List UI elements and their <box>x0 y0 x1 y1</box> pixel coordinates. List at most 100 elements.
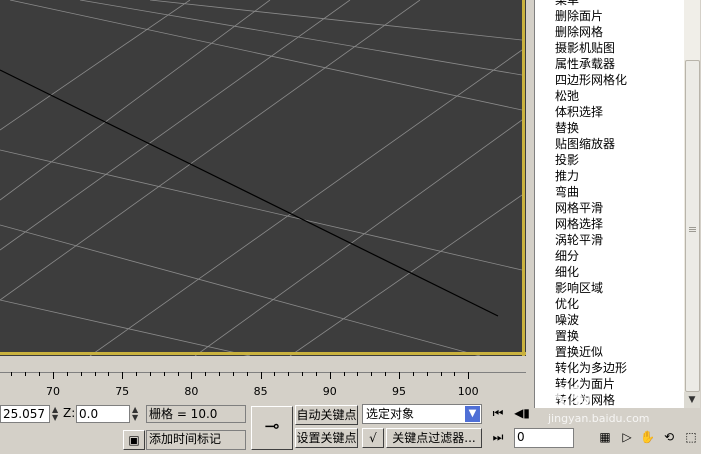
modifier-list-item[interactable]: 噪波 <box>535 312 685 328</box>
modifier-list-item[interactable]: 推力 <box>535 168 685 184</box>
modifier-list-item[interactable]: 弯曲 <box>535 184 685 200</box>
modifier-list-item[interactable]: 网格选择 <box>535 216 685 232</box>
watermark-brand: 经验 <box>548 386 593 411</box>
ruler-tick <box>163 372 165 376</box>
ruler-tick <box>454 372 456 376</box>
ruler-tick <box>468 372 470 379</box>
selection-set-value: 选定对象 <box>366 407 415 421</box>
ruler-tick <box>205 372 207 376</box>
modifier-list-item[interactable]: 置换近似 <box>535 344 685 360</box>
scroll-thumb[interactable] <box>685 60 700 392</box>
selection-set-dropdown[interactable]: 选定对象 ▼ <box>362 404 482 424</box>
modifier-list-item[interactable]: 涡轮平滑 <box>535 232 685 248</box>
time-config-icon[interactable]: ▦ <box>598 430 612 444</box>
modifier-list-item[interactable]: 网格平滑 <box>535 200 685 216</box>
z-spinner-icon[interactable]: ▲ ▼ <box>132 406 138 422</box>
modifier-list[interactable]: 菜单 删除面片 删除网格 摄影机贴图 属性承载器 四边形网格化 松弛 体积选择 替换 贴图缩放器投… <box>534 0 685 408</box>
modifier-list-item[interactable]: 删除网格 <box>535 24 685 40</box>
ruler-tick <box>357 372 359 376</box>
modifier-list-item[interactable]: 细分 <box>535 248 685 264</box>
modifier-list-item[interactable]: 投影 <box>535 152 685 168</box>
ruler-tick-label: 85 <box>253 385 268 398</box>
modifier-list-item[interactable]: 替换 <box>535 120 685 136</box>
ruler-tick <box>371 372 373 376</box>
ruler-tick <box>25 372 27 376</box>
ruler-tick <box>136 372 138 376</box>
ruler-tick <box>191 372 193 379</box>
ruler-tick-label: 80 <box>184 385 199 398</box>
grid-size-display: 栅格 = 10.0 <box>146 405 246 423</box>
scroll-track[interactable] <box>684 0 700 60</box>
modifier-list-item[interactable]: 四边形网格化 <box>535 72 685 88</box>
axis-line <box>0 69 499 317</box>
ruler-tick <box>53 372 54 379</box>
modifier-list-item[interactable]: 贴图缩放器 <box>535 136 685 152</box>
ruler-tick-label: 75 <box>115 385 130 398</box>
modifier-list-item[interactable]: 松弛 <box>535 88 685 104</box>
ruler-tick-label: 90 <box>322 385 337 398</box>
grid-lines <box>0 0 523 356</box>
ruler-tick <box>80 372 82 376</box>
modifier-list-scrollbar[interactable]: ▼ <box>684 0 700 408</box>
pan-hand-icon[interactable]: ✋ <box>640 430 655 444</box>
key-mode-icon[interactable]: ⏭ <box>488 430 508 446</box>
ruler-tick <box>11 372 13 376</box>
time-tag-icon[interactable]: ▣ <box>123 430 145 450</box>
add-time-tag-button[interactable]: 添加时间标记 <box>146 430 246 450</box>
modifier-list-item[interactable]: 体积选择 <box>535 104 685 120</box>
goto-start-icon[interactable]: ⏮ <box>488 406 508 422</box>
timeline-ruler[interactable]: 70 75 80 85 90 95 100 <box>0 372 526 402</box>
key-icon[interactable]: ⊸ <box>251 406 293 450</box>
scroll-down-icon[interactable]: ▼ <box>684 392 700 408</box>
curve-editor-icon[interactable]: √ <box>362 428 384 448</box>
orbit-icon[interactable]: ⟲ <box>662 430 676 444</box>
modifier-list-item[interactable]: 优化 <box>535 296 685 312</box>
panel-gutter <box>526 0 534 410</box>
previous-frame-icon[interactable]: ◀▮ <box>512 406 532 422</box>
ruler-tick-label: 100 <box>457 385 479 398</box>
ruler-tick <box>108 372 110 376</box>
key-filters-button[interactable]: 关键点过滤器... <box>386 428 482 448</box>
modifier-list-item[interactable]: 细化 <box>535 264 685 280</box>
x-coordinate-field[interactable]: 25.057 <box>0 405 50 423</box>
ruler-tick <box>274 372 276 376</box>
play-icon[interactable]: ▷ <box>620 430 634 444</box>
viewport-active-border-bottom <box>0 352 526 355</box>
chevron-down-icon[interactable]: ▼ <box>465 406 480 422</box>
ruler-tick <box>94 372 96 376</box>
ruler-tick <box>177 372 179 376</box>
ruler-tick <box>399 372 400 379</box>
ruler-tick <box>39 372 41 376</box>
modifier-list-item[interactable]: 删除面片 <box>535 8 685 24</box>
modifier-list-item[interactable]: 置换 <box>535 328 685 344</box>
z-coordinate-field[interactable]: 0.0 <box>76 405 130 423</box>
perspective-viewport[interactable] <box>0 0 526 356</box>
set-key-button[interactable]: 设置关键点 <box>295 428 358 448</box>
maximize-viewport-icon[interactable]: ⬚ <box>684 430 698 444</box>
z-label: Z: <box>63 406 76 420</box>
modifier-list-item[interactable]: 菜单 <box>535 0 685 8</box>
modifier-list-item[interactable]: 影响区域 <box>535 280 685 296</box>
ruler-tick <box>329 372 331 379</box>
ruler-tick <box>315 372 317 376</box>
modifier-list-items: 菜单 删除面片 删除网格 摄影机贴图 属性承载器 四边形网格化 松弛 体积选择 替换 贴图缩放器投… <box>535 0 685 408</box>
x-spinner-icon[interactable]: ▲ ▼ <box>52 406 58 422</box>
ruler-tick <box>385 372 387 376</box>
ruler-tick <box>426 372 428 376</box>
ruler-tick-label: 70 <box>46 385 60 398</box>
ruler-tick <box>149 372 151 376</box>
current-frame-field[interactable]: 0 <box>514 428 574 448</box>
watermark: 经验 jingyan.baidu.com <box>548 380 650 425</box>
ruler-tick <box>219 372 221 376</box>
modifier-list-item[interactable]: 转化为多边形 <box>535 360 685 376</box>
viewport-active-border <box>522 0 525 356</box>
auto-key-button[interactable]: 自动关键点 <box>295 405 358 425</box>
ruler-tick-label: 95 <box>392 385 406 398</box>
ruler-tick <box>66 372 68 376</box>
modifier-list-item[interactable]: 摄影机贴图 <box>535 40 685 56</box>
ruler-tick <box>122 372 124 379</box>
ruler-tick <box>302 372 304 376</box>
ruler-tick <box>343 372 345 376</box>
grip-icon <box>689 227 696 228</box>
modifier-list-item[interactable]: 属性承载器 <box>535 56 685 72</box>
